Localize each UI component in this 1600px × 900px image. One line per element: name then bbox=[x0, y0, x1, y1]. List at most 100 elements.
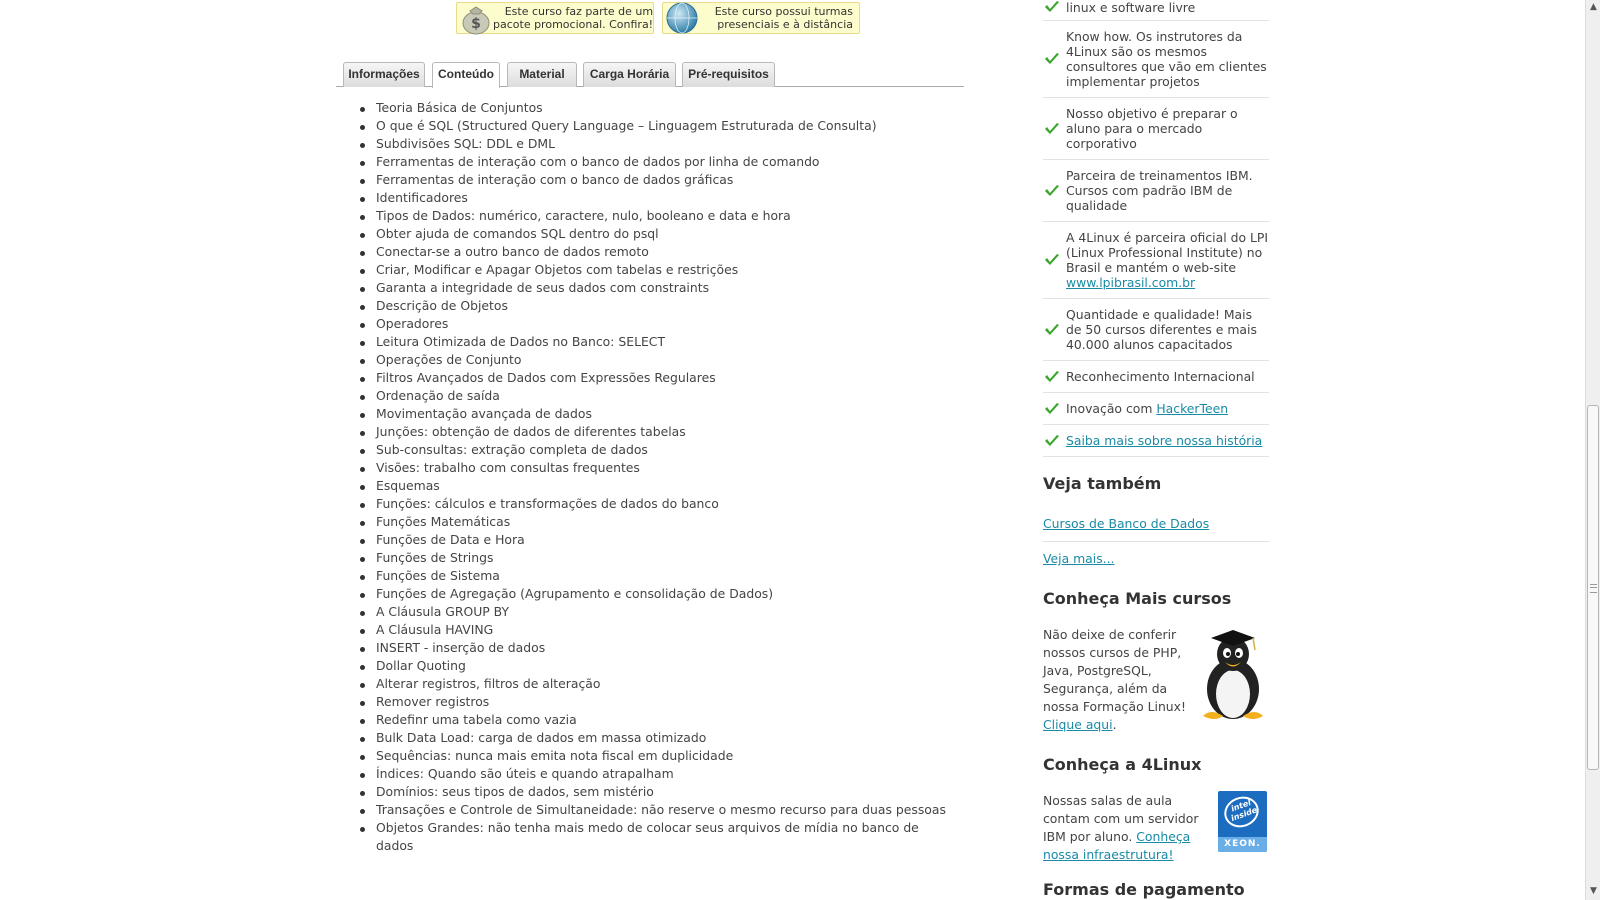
content-list-item: Ordenação de saída bbox=[360, 387, 946, 405]
content-list-item: Funções de Sistema bbox=[360, 567, 946, 585]
course-tabs: Informações Conteúdo Material Carga Horá… bbox=[336, 60, 964, 88]
benefit-text: Inovação com HackerTeen bbox=[1066, 401, 1228, 416]
content-list-item: Tipos de Dados: numérico, caractere, nul… bbox=[360, 207, 946, 225]
benefit-text: Parceira de treinamentos IBM. Cursos com… bbox=[1066, 168, 1269, 213]
benefit-label: Know how. Os instrutores da 4Linux são o… bbox=[1066, 29, 1267, 89]
checkmark-icon bbox=[1045, 1, 1059, 12]
benefit-item: Quantidade e qualidade! Mais de 50 curso… bbox=[1043, 299, 1269, 361]
about-text: Nossas salas de aula contam com um servi… bbox=[1043, 792, 1203, 864]
checkmark-icon bbox=[1045, 122, 1059, 134]
checkmark-icon bbox=[1045, 254, 1059, 265]
content-list-item: Leitura Otimizada de Dados no Banco: SEL… bbox=[360, 333, 946, 351]
content-list-item: Índices: Quando são úteis e quando atrap… bbox=[360, 765, 946, 783]
content-list-item: Operações de Conjunto bbox=[360, 351, 946, 369]
content-list-item: Bulk Data Load: carga de dados em massa … bbox=[360, 729, 946, 747]
benefit-item: A 4Linux é parceira oficial do LPI (Linu… bbox=[1043, 222, 1269, 299]
more-courses-description: Não deixe de conferir nossos cursos de P… bbox=[1043, 627, 1186, 714]
promo-package-box[interactable]: $ Este curso faz parte de um pacote prom… bbox=[456, 2, 654, 35]
checkmark-icon bbox=[1045, 370, 1059, 382]
money-bag-icon: $ bbox=[462, 6, 490, 35]
benefit-label: Parceira de treinamentos IBM. Cursos com… bbox=[1066, 168, 1253, 213]
benefit-text: Reconhecimento Internacional bbox=[1066, 369, 1255, 384]
checkmark-icon bbox=[1045, 402, 1059, 414]
benefit-item: Nosso objetivo é preparar o aluno para o… bbox=[1043, 98, 1269, 160]
scroll-down-arrow-icon[interactable]: ▼ bbox=[1588, 886, 1599, 897]
content-list-item: Identificadores bbox=[360, 189, 946, 207]
benefit-text: Quantidade e qualidade! Mais de 50 curso… bbox=[1066, 307, 1269, 352]
content-list-item: Filtros Avançados de Dados com Expressõe… bbox=[360, 369, 946, 387]
see-more-link[interactable]: Veja mais... bbox=[1043, 551, 1115, 566]
content-list-item: Funções de Data e Hora bbox=[360, 531, 946, 549]
content-list-item: Ferramentas de interação com o banco de … bbox=[360, 153, 946, 171]
content-list-item: Ferramentas de interação com o banco de … bbox=[360, 171, 946, 189]
divider bbox=[1043, 541, 1269, 542]
benefit-label: linux e software livre bbox=[1066, 0, 1196, 15]
content-list-item: Descrição de Objetos bbox=[360, 297, 946, 315]
database-courses-link[interactable]: Cursos de Banco de Dados bbox=[1043, 516, 1209, 531]
content-list-item: Remover registros bbox=[360, 693, 946, 711]
content-list-item: Criar, Modificar e Apagar Objetos com ta… bbox=[360, 261, 946, 279]
payment-heading: Formas de pagamento bbox=[1043, 880, 1245, 899]
svg-text:$: $ bbox=[471, 16, 481, 32]
content-list-item: Obter ajuda de comandos SQL dentro do ps… bbox=[360, 225, 946, 243]
xeon-text: XEON. bbox=[1218, 837, 1267, 852]
benefit-text: Know how. Os instrutores da 4Linux são o… bbox=[1066, 29, 1269, 89]
promo-modality-line2: presenciais e à distância bbox=[717, 18, 853, 31]
benefit-link[interactable]: HackerTeen bbox=[1156, 401, 1228, 416]
grip-icon bbox=[1590, 584, 1597, 593]
tab-material[interactable]: Material bbox=[507, 62, 577, 87]
content-list-item: Sub-consultas: extração completa de dado… bbox=[360, 441, 946, 459]
benefit-label: Inovação com bbox=[1066, 401, 1157, 416]
promo-modality-box[interactable]: Este curso possui turmas presenciais e à… bbox=[662, 2, 860, 34]
content-list-item: Objetos Grandes: não tenha mais medo de … bbox=[360, 819, 946, 855]
benefit-text: Nosso objetivo é preparar o aluno para o… bbox=[1066, 106, 1269, 151]
promo-package-line2: pacote promocional. Confira! bbox=[493, 18, 654, 31]
benefit-label: Quantidade e qualidade! Mais de 50 curso… bbox=[1066, 307, 1257, 352]
course-content-list: Teoria Básica de Conjuntos O que é SQL (S… bbox=[356, 99, 946, 855]
content-list-item: Junções: obtenção de dados de diferentes… bbox=[360, 423, 946, 441]
content-list-item: Funções de Agregação (Agrupamento e cons… bbox=[360, 585, 946, 603]
benefit-item: Know how. Os instrutores da 4Linux são o… bbox=[1043, 21, 1269, 98]
checkmark-icon bbox=[1045, 53, 1059, 64]
content-list-item: Garanta a integridade de seus dados com … bbox=[360, 279, 946, 297]
content-list-item: Funções de Strings bbox=[360, 549, 946, 567]
about-heading: Conheça a 4Linux bbox=[1043, 755, 1202, 774]
tab-informacoes[interactable]: Informações bbox=[343, 62, 425, 87]
content-list-item: A Cláusula GROUP BY bbox=[360, 603, 946, 621]
promo-package-line1: Este curso faz parte de um bbox=[504, 5, 654, 18]
vertical-scrollbar[interactable]: ▲ ▼ bbox=[1585, 0, 1600, 900]
content-list-item: Sequências: nunca mais emita nota fiscal… bbox=[360, 747, 946, 765]
content-list-item: A Cláusula HAVING bbox=[360, 621, 946, 639]
scroll-up-arrow-icon[interactable]: ▲ bbox=[1588, 2, 1599, 13]
tab-carga-horaria[interactable]: Carga Horária bbox=[583, 62, 676, 87]
content-list-item: Alterar registros, filtros de alteração bbox=[360, 675, 946, 693]
content-list-item: Operadores bbox=[360, 315, 946, 333]
intel-xeon-badge: intel inside XEON. bbox=[1218, 791, 1267, 852]
benefit-item: Reconhecimento Internacional bbox=[1043, 361, 1269, 393]
more-courses-text: Não deixe de conferir nossos cursos de P… bbox=[1043, 627, 1186, 732]
globe-icon bbox=[666, 2, 698, 34]
tab-conteudo[interactable]: Conteúdo bbox=[432, 62, 500, 88]
content-list-item: Domínios: seus tipos de dados, sem misté… bbox=[360, 783, 946, 801]
content-list-item: Transações e Controle de Simultaneidade:… bbox=[360, 802, 946, 817]
click-here-link[interactable]: Clique aqui bbox=[1043, 717, 1113, 732]
benefit-item: linux e software livre bbox=[1043, 0, 1269, 21]
content-list-item: Conectar-se a outro banco de dados remot… bbox=[360, 243, 946, 261]
benefit-link[interactable]: www.lpibrasil.com.br bbox=[1066, 275, 1195, 290]
benefit-label: A 4Linux é parceira oficial do LPI (Linu… bbox=[1066, 230, 1268, 275]
scroll-thumb[interactable] bbox=[1587, 405, 1599, 770]
more-courses-heading: Conheça Mais cursos bbox=[1043, 589, 1232, 608]
see-also-heading: Veja também bbox=[1043, 474, 1162, 493]
content-list-item: Movimentação avançada de dados bbox=[360, 405, 946, 423]
content-list-item: Funções: cálculos e transformações de da… bbox=[360, 495, 946, 513]
benefit-link[interactable]: Saiba mais sobre nossa história bbox=[1066, 433, 1262, 448]
checkmark-icon bbox=[1045, 434, 1059, 446]
tux-graduate-icon bbox=[1203, 630, 1263, 719]
checkmark-icon bbox=[1045, 323, 1059, 335]
benefit-label: Reconhecimento Internacional bbox=[1066, 369, 1255, 384]
benefit-text: A 4Linux é parceira oficial do LPI (Linu… bbox=[1066, 230, 1269, 290]
tab-pre-requisitos[interactable]: Pré-requisitos bbox=[682, 62, 775, 87]
benefit-item: Saiba mais sobre nossa história bbox=[1043, 425, 1269, 457]
benefit-item: Parceira de treinamentos IBM. Cursos com… bbox=[1043, 160, 1269, 222]
content-list-item: Redefinr uma tabela como vazia bbox=[360, 711, 946, 729]
